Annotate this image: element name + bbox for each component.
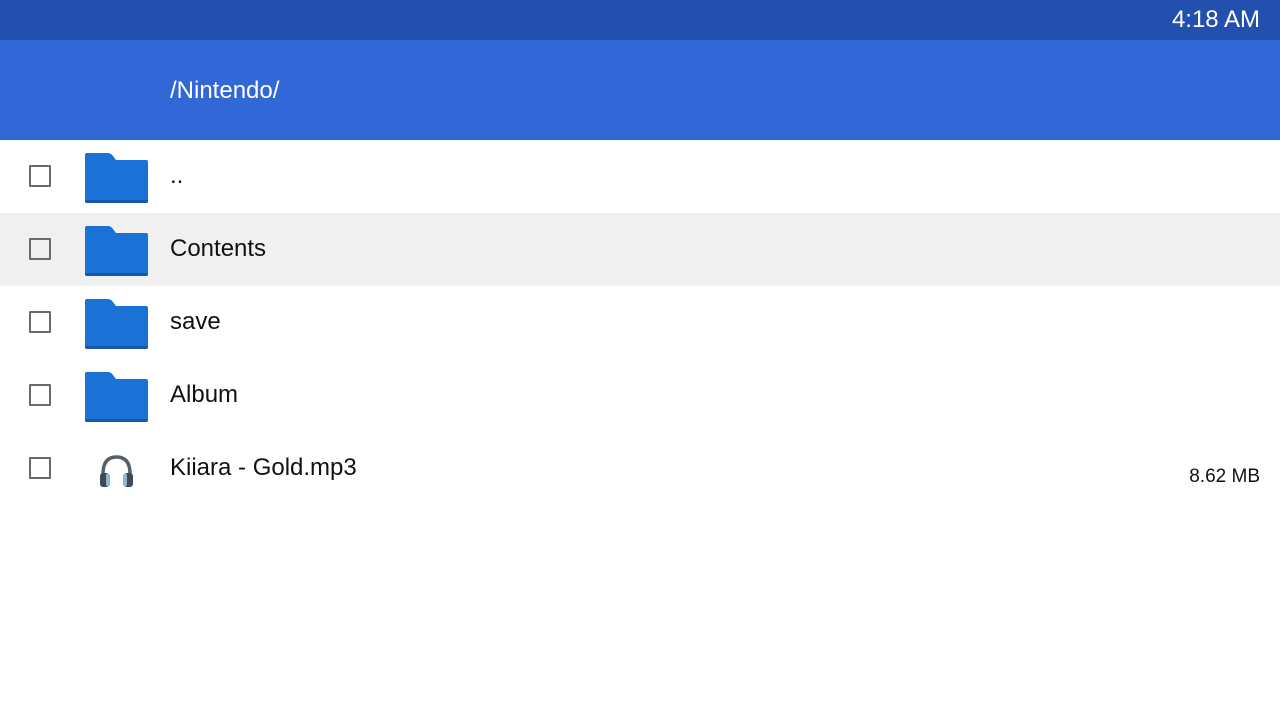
current-path: /Nintendo/: [170, 77, 280, 104]
file-row-album[interactable]: Album: [0, 359, 1280, 432]
folder-icon: [85, 226, 148, 276]
file-name: save: [170, 308, 221, 335]
checkbox[interactable]: [29, 457, 51, 479]
checkbox[interactable]: [29, 238, 51, 260]
checkbox[interactable]: [29, 165, 51, 187]
folder-icon: [85, 372, 148, 422]
file-row-audio[interactable]: Kiiara - Gold.mp3 8.62 MB: [0, 432, 1280, 505]
status-bar: 4:18 AM: [0, 0, 1280, 40]
folder-icon: [85, 153, 148, 203]
header-bar: /Nintendo/: [0, 40, 1280, 140]
clock: 4:18 AM: [1171, 6, 1260, 33]
file-row-save[interactable]: save: [0, 286, 1280, 359]
file-name: Contents: [170, 235, 267, 262]
file-name: ..: [170, 162, 184, 189]
headphones-icon: [100, 455, 133, 487]
file-row-parent[interactable]: ..: [0, 140, 1280, 213]
checkbox[interactable]: [29, 311, 51, 333]
folder-icon: [85, 299, 148, 349]
file-list: .. Contents save Album Kiiara - Gold.mp3…: [0, 140, 1280, 505]
file-name: Album: [170, 381, 239, 408]
file-name: Kiiara - Gold.mp3: [170, 454, 357, 481]
checkbox[interactable]: [29, 384, 51, 406]
file-size: 8.62 MB: [1189, 466, 1260, 487]
file-row-contents[interactable]: Contents: [0, 213, 1280, 286]
